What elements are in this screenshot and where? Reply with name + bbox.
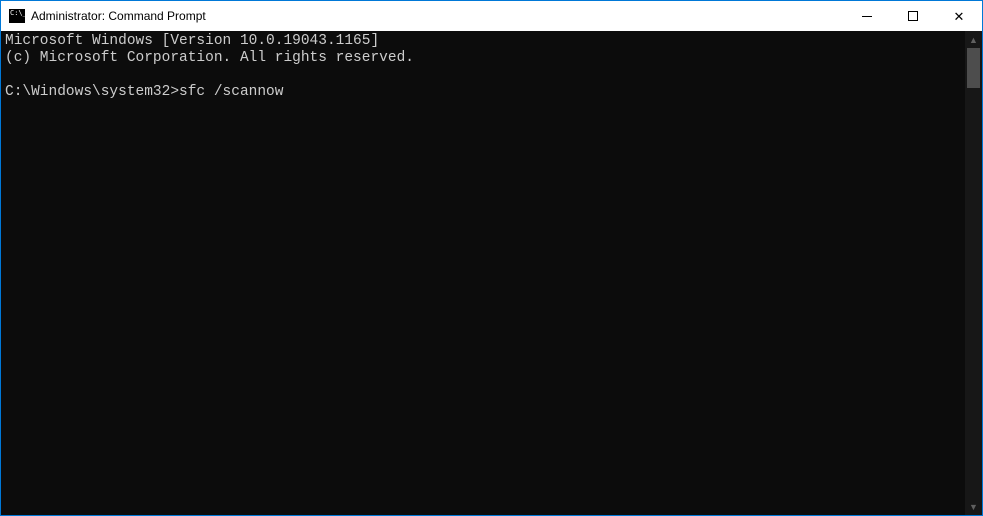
maximize-button[interactable] (890, 1, 936, 31)
command-prompt-window: Administrator: Command Prompt ✕ Microsof… (1, 1, 982, 515)
prompt-path: C:\Windows\system32> (5, 84, 179, 100)
minimize-button[interactable] (844, 1, 890, 31)
scroll-down-arrow[interactable]: ▼ (965, 498, 982, 515)
typed-command: sfc /scannow (179, 84, 283, 100)
titlebar[interactable]: Administrator: Command Prompt ✕ (1, 1, 982, 31)
scroll-track[interactable] (965, 48, 982, 498)
terminal-output[interactable]: Microsoft Windows [Version 10.0.19043.11… (1, 31, 965, 515)
scroll-thumb[interactable] (967, 48, 980, 88)
vertical-scrollbar[interactable]: ▲ ▼ (965, 31, 982, 515)
maximize-icon (908, 11, 918, 21)
window-title: Administrator: Command Prompt (31, 9, 844, 23)
close-button[interactable]: ✕ (936, 1, 982, 31)
version-line: Microsoft Windows [Version 10.0.19043.11… (5, 33, 379, 49)
window-controls: ✕ (844, 1, 982, 31)
scroll-up-arrow[interactable]: ▲ (965, 31, 982, 48)
terminal-wrapper: Microsoft Windows [Version 10.0.19043.11… (1, 31, 982, 515)
close-icon: ✕ (954, 10, 965, 23)
copyright-line: (c) Microsoft Corporation. All rights re… (5, 50, 414, 66)
minimize-icon (862, 16, 872, 17)
cmd-icon (9, 9, 25, 23)
